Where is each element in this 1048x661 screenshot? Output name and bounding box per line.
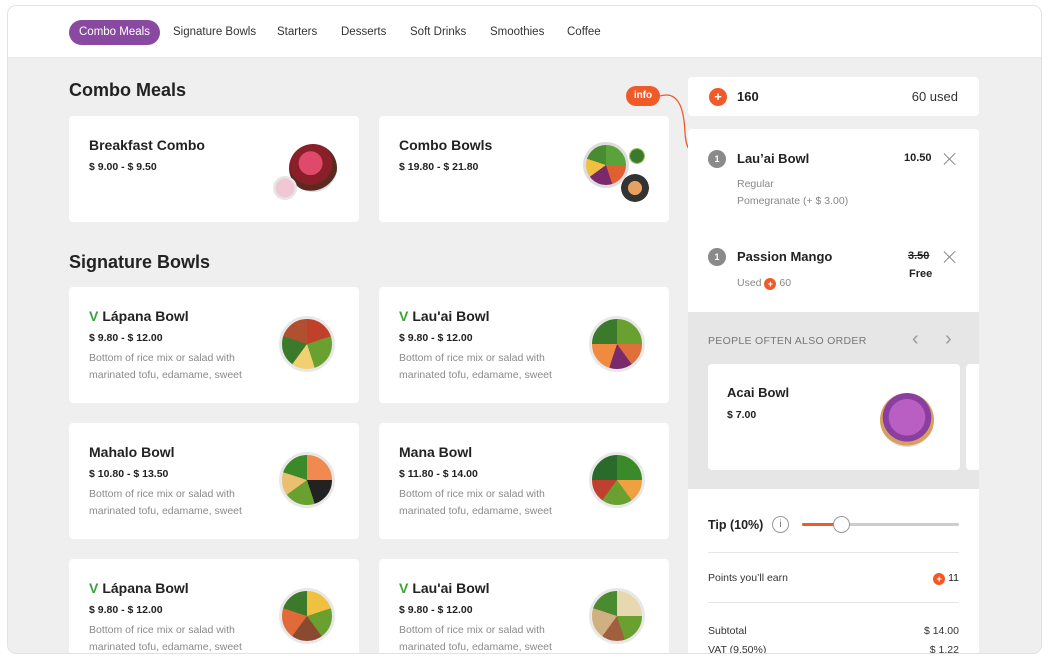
vat-label: VAT (9.50%) [708, 644, 767, 653]
item-name: V Lápana Bowl [89, 308, 189, 324]
mana-bowl-image [589, 452, 645, 508]
cart-item-price: 10.50 [904, 152, 932, 164]
menu-card[interactable]: Combo Bowls $ 19.80 - $ 21.80 [379, 116, 669, 222]
points-used: 60 used [911, 89, 958, 104]
points-balance: 160 [737, 89, 759, 104]
item-price: $ 9.00 - $ 9.50 [89, 161, 157, 173]
carousel-prev-button[interactable]: ‹ [912, 328, 919, 351]
item-price: $ 9.80 - $ 12.00 [89, 332, 163, 344]
item-description: Bottom of rice mix or salad with marinat… [399, 488, 552, 517]
smoothie-cup-image [273, 176, 297, 200]
also-order-section: PEOPLE OFTEN ALSO ORDER ‹ › Acai Bowl $ … [688, 312, 979, 489]
section-title-signature: Signature Bowls [69, 252, 211, 272]
cart-item-name: Passion Mango [737, 249, 833, 264]
side-bowl-image [621, 174, 649, 202]
info-badge[interactable]: info [626, 86, 660, 106]
points-bar: + 160 60 used [688, 77, 979, 116]
vat-value: $ 1.22 [929, 644, 959, 653]
tab-soft-drinks[interactable]: Soft Drinks [410, 20, 466, 45]
cart-item-option: Regular [737, 178, 774, 190]
item-price: $ 11.80 - $ 14.00 [399, 468, 478, 480]
points-icon: + [709, 88, 727, 106]
cart-item-old-price: 3.50 [908, 250, 930, 262]
item-description: Bottom of rice mix or salad with marinat… [399, 624, 552, 653]
item-price: $ 10.80 - $ 13.50 [89, 468, 169, 480]
tip-slider-handle[interactable] [833, 516, 851, 533]
item-price: $ 9.80 - $ 12.00 [89, 604, 163, 616]
cart-item-name: Lau’ai Bowl [737, 151, 810, 166]
app-window: Combo Meals Signature Bowls Starters Des… [8, 6, 1041, 653]
acai-bowl-image [880, 393, 934, 447]
divider [708, 602, 959, 603]
points-earn-label: Points you’ll earn [708, 572, 788, 584]
item-name: V Lau'ai Bowl [399, 308, 490, 324]
also-order-title: PEOPLE OFTEN ALSO ORDER [708, 335, 867, 347]
vegan-icon: V [399, 580, 409, 596]
item-description: Bottom of rice mix or salad with marinat… [89, 488, 242, 517]
carousel-next-button[interactable]: › [945, 328, 952, 351]
subtotal-label: Subtotal [708, 625, 747, 637]
tab-smoothies[interactable]: Smoothies [490, 20, 544, 45]
subtotal-value: $ 14.00 [923, 625, 959, 637]
remove-item-button[interactable] [943, 250, 957, 264]
points-icon: + [764, 278, 777, 290]
divider [708, 552, 959, 553]
vegan-icon: V [89, 580, 99, 596]
cart-item-price: Free [909, 268, 933, 280]
item-price: $ 19.80 - $ 21.80 [399, 161, 479, 173]
tip-label: Tip (10%) [708, 518, 764, 532]
lauai-bowl-image [589, 316, 645, 372]
menu-card[interactable]: Mana Bowl $ 11.80 - $ 14.00 Bottom of ri… [379, 423, 669, 539]
menu-card[interactable]: V Lápana Bowl $ 9.80 - $ 12.00 Bottom of … [69, 287, 359, 403]
tab-desserts[interactable]: Desserts [341, 20, 386, 45]
tab-signature-bowls[interactable]: Signature Bowls [173, 20, 256, 45]
item-price: $ 9.80 - $ 12.00 [399, 332, 473, 344]
item-price: $ 9.80 - $ 12.00 [399, 604, 473, 616]
lauai-bowl-image [589, 588, 645, 644]
menu-card[interactable]: Breakfast Combo $ 9.00 - $ 9.50 [69, 116, 359, 222]
item-name: V Lápana Bowl [89, 580, 189, 596]
drink-image [629, 148, 645, 164]
section-title-combo: Combo Meals [69, 80, 187, 100]
menu-card[interactable]: V Lau'ai Bowl $ 9.80 - $ 12.00 Bottom of … [379, 287, 669, 403]
item-price: $ 7.00 [727, 409, 757, 421]
points-used-note: Used + 60 [737, 277, 792, 290]
item-name: Acai Bowl [727, 385, 790, 400]
next-card-peek [966, 364, 979, 470]
menu-card[interactable]: V Lau'ai Bowl $ 9.80 - $ 12.00 Bottom of … [379, 559, 669, 653]
quantity-badge: 1 [708, 150, 726, 168]
tab-starters[interactable]: Starters [277, 20, 317, 45]
vegan-icon: V [89, 308, 99, 324]
category-nav: Combo Meals Signature Bowls Starters Des… [8, 6, 1041, 58]
vegan-icon: V [399, 308, 409, 324]
cart-item-option: Pomegranate (+ $ 3.00) [737, 195, 849, 207]
item-description: Bottom of rice mix or salad with marinat… [89, 352, 242, 381]
lapana-bowl-image [279, 588, 335, 644]
quantity-badge: 1 [708, 248, 726, 266]
tip-slider[interactable] [802, 516, 959, 533]
points-earn-value: + 11 [933, 572, 959, 585]
points-icon: + [933, 573, 946, 585]
item-name: Mana Bowl [399, 444, 473, 460]
item-name: Mahalo Bowl [89, 444, 175, 460]
suggested-item-card[interactable]: Acai Bowl $ 7.00 [708, 364, 960, 470]
menu-card[interactable]: Mahalo Bowl $ 10.80 - $ 13.50 Bottom of … [69, 423, 359, 539]
tab-combo-meals[interactable]: Combo Meals [69, 20, 160, 45]
mahalo-bowl-image [279, 452, 335, 508]
item-name: Breakfast Combo [89, 137, 205, 153]
item-name: V Lau'ai Bowl [399, 580, 490, 596]
cart-panel: 1 Lau’ai Bowl 10.50 Regular Pomegranate … [688, 129, 979, 653]
lapana-bowl-image [279, 316, 335, 372]
item-name: Combo Bowls [399, 137, 493, 153]
info-icon[interactable]: i [772, 516, 789, 533]
tab-coffee[interactable]: Coffee [567, 20, 601, 45]
remove-item-button[interactable] [943, 152, 957, 166]
item-description: Bottom of rice mix or salad with marinat… [89, 624, 242, 653]
item-description: Bottom of rice mix or salad with marinat… [399, 352, 552, 381]
menu-card[interactable]: V Lápana Bowl $ 9.80 - $ 12.00 Bottom of … [69, 559, 359, 653]
